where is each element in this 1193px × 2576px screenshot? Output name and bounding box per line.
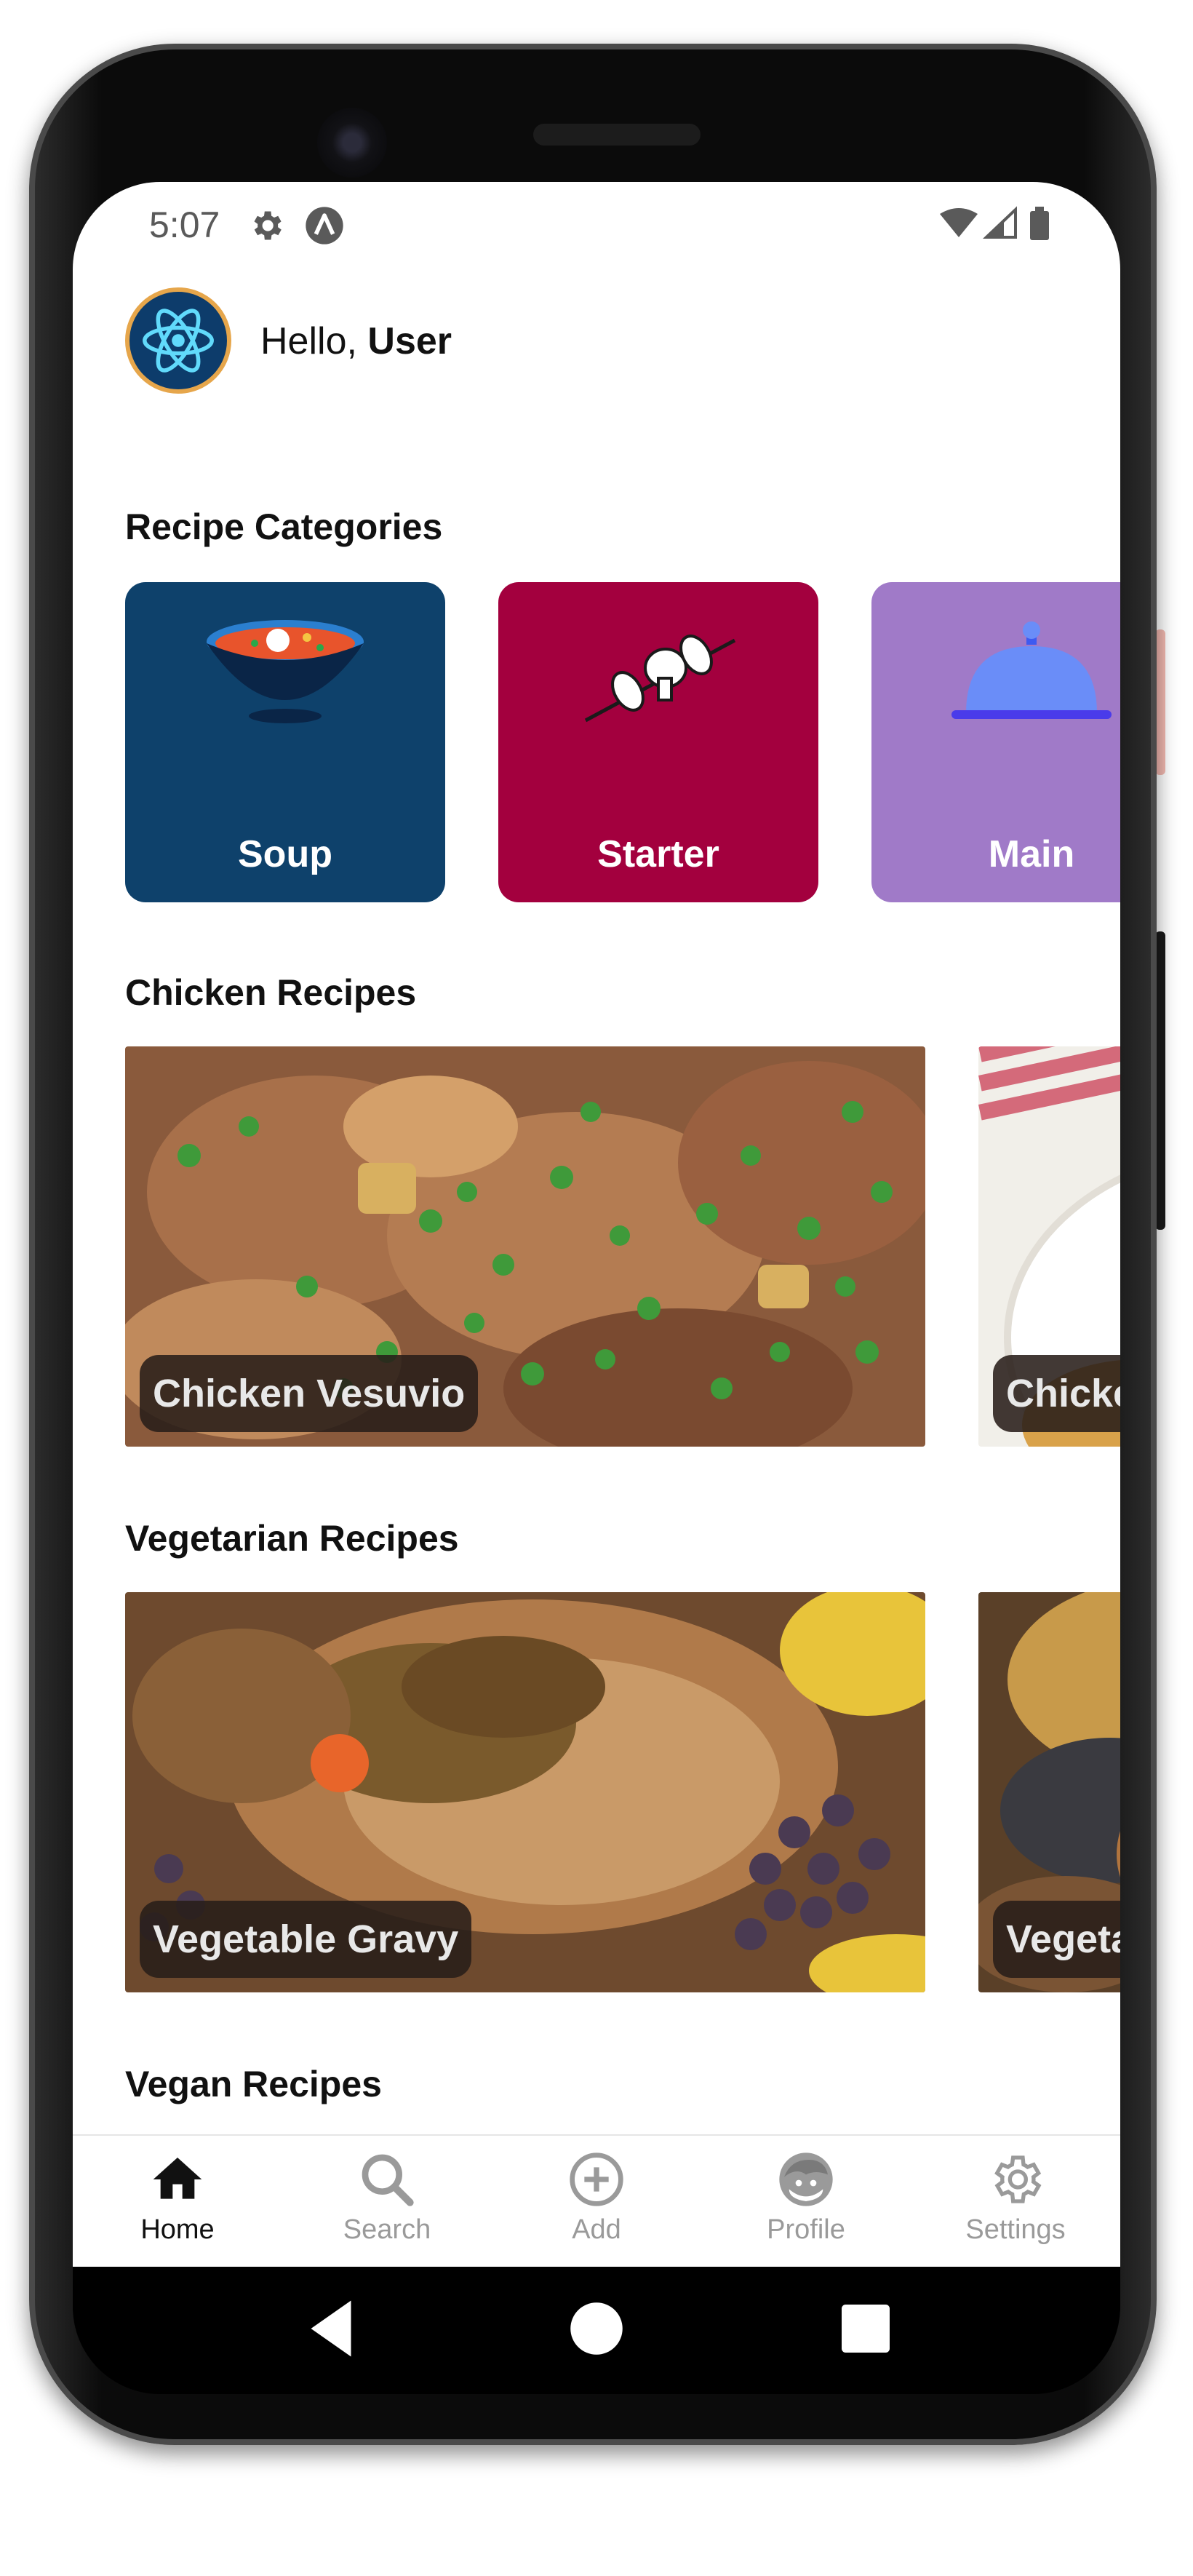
react-atom-icon — [143, 309, 214, 373]
wifi-icon — [940, 208, 978, 237]
back-icon[interactable] — [291, 2289, 371, 2369]
recipe-title: Chicke — [993, 1355, 1120, 1432]
nav-label: Search — [343, 2214, 431, 2245]
categories-title: Recipe Categories — [125, 506, 443, 547]
vegan-title: Vegan Recipes — [125, 2064, 382, 2104]
category-card-main[interactable]: Main — [871, 582, 1120, 902]
nav-profile[interactable]: Profile — [701, 2136, 911, 2267]
app-screen: 5:07 Hello, User Recipe Categories Soup … — [73, 182, 1120, 2267]
category-label: Main — [988, 833, 1075, 875]
home-icon — [153, 2158, 202, 2199]
nav-label: Settings — [965, 2214, 1066, 2245]
greeting-prefix: Hello, — [260, 320, 368, 362]
status-bar: 5:07 — [73, 182, 1120, 269]
recipe-title: Vegetable Gravy — [140, 1901, 472, 1978]
nav-label: Home — [140, 2214, 215, 2245]
nav-home[interactable]: Home — [73, 2136, 282, 2267]
home-circle-icon[interactable] — [556, 2289, 637, 2369]
status-time: 5:07 — [149, 204, 220, 245]
nav-label: Profile — [767, 2214, 845, 2245]
gear-icon — [994, 2155, 1042, 2203]
nav-add[interactable]: Add — [492, 2136, 701, 2267]
skewer-icon — [584, 635, 736, 723]
recipe-card-vegetable-gravy[interactable]: Vegetable Gravy — [125, 1592, 925, 1992]
side-accent — [1155, 629, 1165, 775]
category-card-starter[interactable]: Starter — [498, 582, 818, 902]
nav-search[interactable]: Search — [282, 2136, 492, 2267]
gear-icon — [254, 211, 282, 240]
soup-bowl-icon — [207, 620, 364, 723]
category-card-soup[interactable]: Soup — [125, 582, 445, 902]
recipe-title: Vegeta — [993, 1901, 1120, 1978]
front-camera — [317, 108, 387, 178]
avatar[interactable] — [125, 287, 231, 394]
recipe-card-vegetarian-2[interactable]: Vegeta — [978, 1592, 1120, 1992]
user-name: User — [367, 320, 452, 362]
add-circle-icon — [570, 2152, 623, 2206]
recents-icon[interactable] — [826, 2289, 906, 2369]
chicken-title: Chicken Recipes — [125, 972, 417, 1013]
cloche-icon — [951, 621, 1112, 719]
battery-icon — [1030, 207, 1049, 240]
a-icon — [306, 207, 343, 245]
power-button[interactable] — [1155, 931, 1165, 1230]
recipe-title: Chicken Vesuvio — [140, 1355, 479, 1432]
recipe-card-chicken-vesuvio[interactable]: Chicken Vesuvio — [125, 1046, 925, 1447]
category-label: Soup — [238, 833, 332, 875]
signal-icon — [982, 206, 1017, 239]
recipe-card-chicken-2[interactable]: Chicke — [978, 1046, 1120, 1447]
vegetarian-title: Vegetarian Recipes — [125, 1518, 459, 1559]
nav-settings[interactable]: Settings — [911, 2136, 1120, 2267]
earpiece-speaker — [533, 124, 701, 146]
category-label: Starter — [597, 833, 719, 875]
search-icon — [362, 2154, 414, 2206]
profile-face-icon — [779, 2152, 833, 2206]
status-right-icons — [940, 206, 1049, 240]
nav-label: Add — [572, 2214, 621, 2245]
android-nav-bar — [73, 2267, 1120, 2394]
greeting-text: Hello, User — [260, 319, 452, 363]
greeting-header: Hello, User — [125, 287, 780, 397]
bottom-nav: Home Search Add Profile Settings — [73, 2134, 1120, 2267]
